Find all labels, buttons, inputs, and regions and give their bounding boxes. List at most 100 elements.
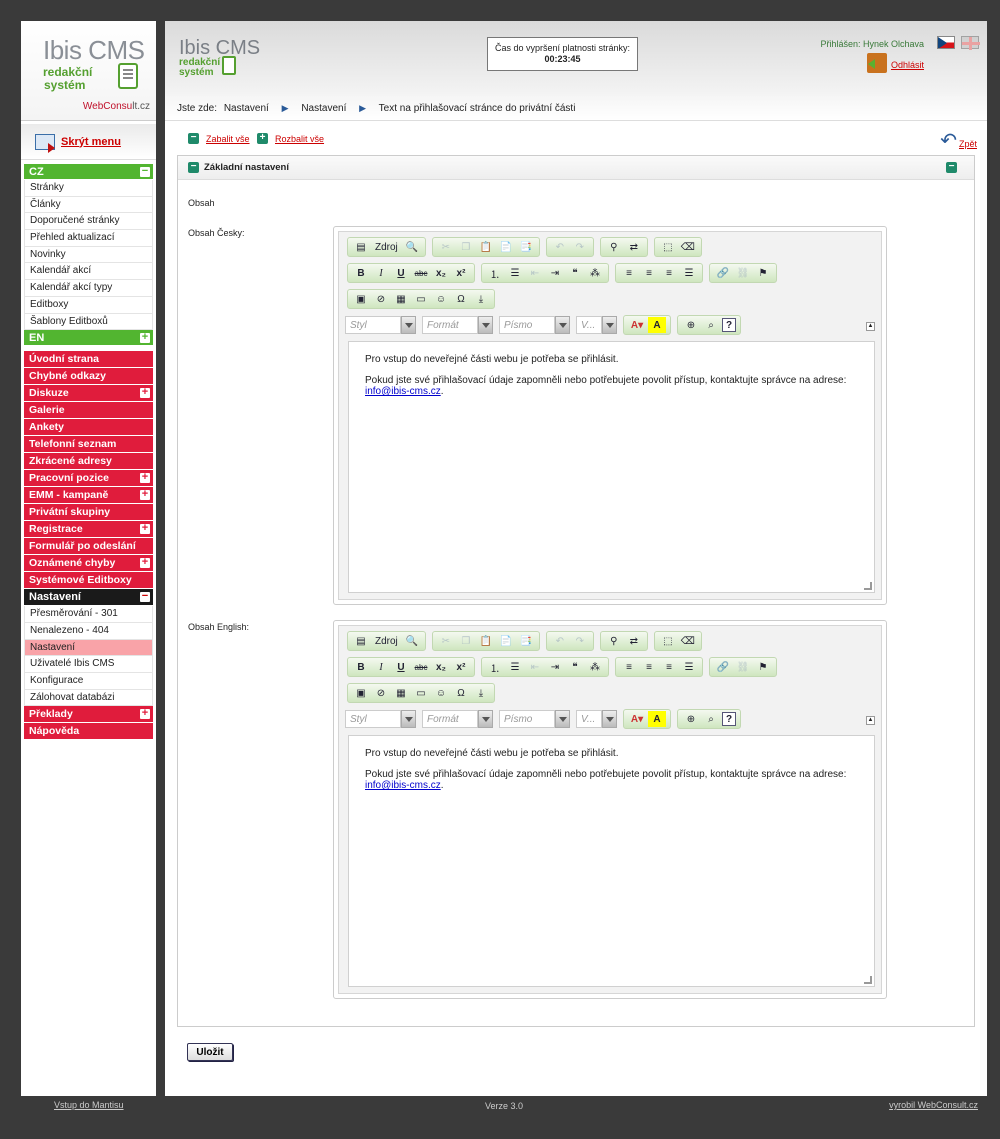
indent-icon[interactable]: ⇥: [546, 265, 564, 281]
unlink-icon[interactable]: ⛓: [734, 659, 752, 675]
remove-format-icon[interactable]: ⌫: [679, 633, 697, 649]
image-icon[interactable]: ▣: [352, 291, 370, 307]
red-menu-item[interactable]: Privátní skupiny: [24, 504, 153, 522]
numbered-list-icon[interactable]: ⒈: [486, 265, 504, 281]
red-menu-item[interactable]: Systémové Editboxy: [24, 572, 153, 590]
superscript-icon[interactable]: x²: [452, 265, 470, 281]
resize-handle-icon[interactable]: [864, 582, 872, 590]
link-icon[interactable]: 🔗: [714, 265, 732, 281]
cz-menu-item[interactable]: Editboxy: [24, 296, 153, 314]
settings-menu-item[interactable]: Konfigurace: [24, 672, 153, 690]
red-menu-item[interactable]: Chybné odkazy: [24, 368, 153, 386]
anchor-icon[interactable]: ⚑: [754, 659, 772, 675]
collapse-icon[interactable]: −: [188, 133, 199, 144]
paste-text-icon[interactable]: 📄: [497, 239, 515, 255]
expand-icon[interactable]: +: [140, 472, 150, 484]
expand-all-link[interactable]: Rozbalit vše: [275, 134, 324, 144]
collapse-icon[interactable]: −: [140, 591, 150, 603]
panel-header[interactable]: − Základní nastavení −: [178, 156, 974, 180]
hide-menu-link[interactable]: Skrýt menu: [61, 136, 121, 148]
redo-icon[interactable]: ↷: [571, 239, 589, 255]
settings-menu-item[interactable]: Uživatelé Ibis CMS: [24, 656, 153, 673]
settings-menu-item[interactable]: Nenalezeno - 404: [24, 622, 153, 640]
align-justify-icon[interactable]: ☰: [680, 265, 698, 281]
red-menu-item[interactable]: Úvodní strana: [24, 351, 153, 369]
collapse-icon[interactable]: −: [946, 162, 957, 173]
cut-icon[interactable]: ✂: [437, 239, 455, 255]
breadcrumb-item[interactable]: Nastavení: [301, 103, 346, 114]
logout-link[interactable]: Odhlásit: [891, 60, 924, 70]
breadcrumb-item[interactable]: Nastavení: [224, 103, 269, 114]
expand-icon[interactable]: +: [257, 133, 268, 144]
table-icon[interactable]: ▦: [392, 685, 410, 701]
flag-cz-icon[interactable]: [937, 36, 955, 49]
red-menu-item[interactable]: Registrace +: [24, 521, 153, 539]
bg-color-icon[interactable]: A: [648, 711, 666, 727]
horizontal-rule-icon[interactable]: ▭: [412, 291, 430, 307]
made-by-link[interactable]: vyrobil WebConsult.cz: [889, 1100, 978, 1110]
copy-icon[interactable]: ❐: [457, 239, 475, 255]
format-dropdown[interactable]: Formát: [422, 316, 493, 334]
italic-icon[interactable]: I: [372, 659, 390, 675]
link-icon[interactable]: 🔗: [714, 659, 732, 675]
cz-menu-item[interactable]: Přehled aktualizací: [24, 230, 153, 247]
paste-word-icon[interactable]: 📑: [517, 239, 535, 255]
flash-icon[interactable]: ⊘: [372, 291, 390, 307]
size-dropdown[interactable]: V...: [576, 710, 617, 728]
rich-text-editor-en[interactable]: ▤ Zdroj 🔍 ✂ ❐ 📋 📄 📑 ↶ ↷ ⚲ ⇄ ⬚ ⌫ B I U ab…: [333, 620, 887, 999]
find-icon[interactable]: ⚲: [605, 633, 623, 649]
source-button[interactable]: Zdroj: [372, 633, 401, 649]
page-break-icon[interactable]: ⤓: [472, 291, 490, 307]
special-char-icon[interactable]: Ω: [452, 291, 470, 307]
red-menu-item[interactable]: Oznámené chyby +: [24, 555, 153, 573]
indent-icon[interactable]: ⇥: [546, 659, 564, 675]
resize-handle-icon[interactable]: [864, 976, 872, 984]
bold-icon[interactable]: B: [352, 265, 370, 281]
source-icon[interactable]: ▤: [352, 239, 370, 255]
image-icon[interactable]: ▣: [352, 685, 370, 701]
back-control[interactable]: ↶ Zpět: [940, 131, 977, 151]
blockquote-icon[interactable]: ❝: [566, 265, 584, 281]
help-icon[interactable]: ?: [722, 712, 736, 726]
align-right-icon[interactable]: ≡: [660, 265, 678, 281]
rich-text-editor-cz[interactable]: ▤ Zdroj 🔍 ✂ ❐ 📋 📄 📑 ↶ ↷ ⚲ ⇄ ⬚ ⌫ B I U ab…: [333, 226, 887, 605]
red-menu-item[interactable]: Diskuze +: [24, 385, 153, 403]
underline-icon[interactable]: U: [392, 659, 410, 675]
show-blocks-icon[interactable]: ⌕: [702, 317, 720, 333]
table-icon[interactable]: ▦: [392, 291, 410, 307]
outdent-icon[interactable]: ⇤: [526, 659, 544, 675]
collapse-icon[interactable]: −: [188, 162, 199, 173]
expand-icon[interactable]: +: [140, 557, 150, 569]
settings-menu-item[interactable]: Přesměrování - 301: [24, 606, 153, 623]
collapse-all-control[interactable]: − Zabalit vše: [188, 133, 250, 144]
outdent-icon[interactable]: ⇤: [526, 265, 544, 281]
undo-icon[interactable]: ↶: [551, 239, 569, 255]
strike-icon[interactable]: abc: [412, 659, 430, 675]
text-color-icon[interactable]: A▾: [628, 317, 646, 333]
source-icon[interactable]: ▤: [352, 633, 370, 649]
collapse-toolbar-icon[interactable]: ▲: [866, 322, 875, 331]
settings-menu-item[interactable]: Nastavení: [24, 639, 153, 657]
expand-icon[interactable]: +: [140, 332, 150, 344]
red-menu-item[interactable]: Ankety: [24, 419, 153, 437]
mantis-link[interactable]: Vstup do Mantisu: [54, 1100, 124, 1110]
logout-icon[interactable]: [867, 53, 887, 73]
font-dropdown[interactable]: Písmo: [499, 710, 570, 728]
menu-item-translations[interactable]: Překlady +: [24, 706, 153, 724]
align-left-icon[interactable]: ≡: [620, 265, 638, 281]
maximize-icon[interactable]: ⊕: [682, 317, 700, 333]
replace-icon[interactable]: ⇄: [625, 239, 643, 255]
cz-menu-item[interactable]: Články: [24, 196, 153, 214]
paste-icon[interactable]: 📋: [477, 239, 495, 255]
special-char-icon[interactable]: Ω: [452, 685, 470, 701]
numbered-list-icon[interactable]: ⒈: [486, 659, 504, 675]
email-link[interactable]: info@ibis-cms.cz: [365, 780, 441, 791]
preview-icon[interactable]: 🔍: [403, 239, 421, 255]
undo-arrow-icon[interactable]: ↶: [940, 131, 957, 151]
red-menu-item[interactable]: EMM - kampaně +: [24, 487, 153, 505]
email-link[interactable]: info@ibis-cms.cz: [365, 386, 441, 397]
paste-icon[interactable]: 📋: [477, 633, 495, 649]
font-dropdown[interactable]: Písmo: [499, 316, 570, 334]
div-icon[interactable]: ⁂: [586, 659, 604, 675]
horizontal-rule-icon[interactable]: ▭: [412, 685, 430, 701]
